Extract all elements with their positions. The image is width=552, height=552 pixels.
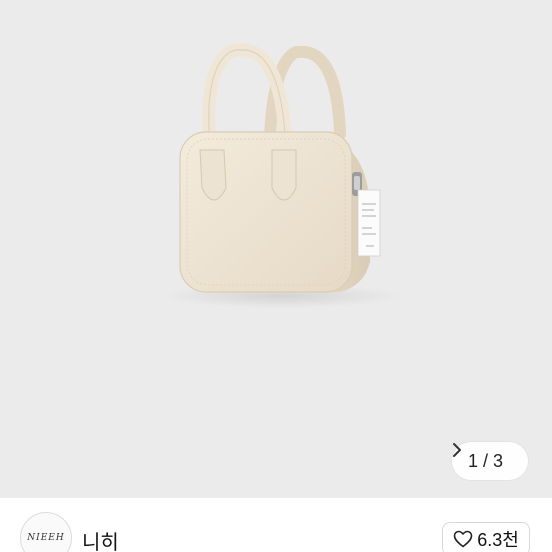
seller-avatar[interactable]: NIEEH <box>20 512 72 552</box>
seller-bar: NIEEH 니히 6.3천 <box>0 498 552 552</box>
product-photo <box>162 43 402 308</box>
seller-name[interactable]: 니히 <box>82 526 119 552</box>
page-indicator: 1 / 3 <box>467 450 504 471</box>
heart-outline-icon <box>453 530 473 548</box>
like-count: 6.3천 <box>477 530 519 550</box>
avatar-logo-text: NIEEH <box>27 533 65 543</box>
image-page-counter[interactable]: 1 / 3 <box>452 442 528 480</box>
like-button[interactable]: 6.3천 <box>442 522 530 552</box>
product-image-gallery[interactable]: 1 / 3 <box>0 0 552 498</box>
